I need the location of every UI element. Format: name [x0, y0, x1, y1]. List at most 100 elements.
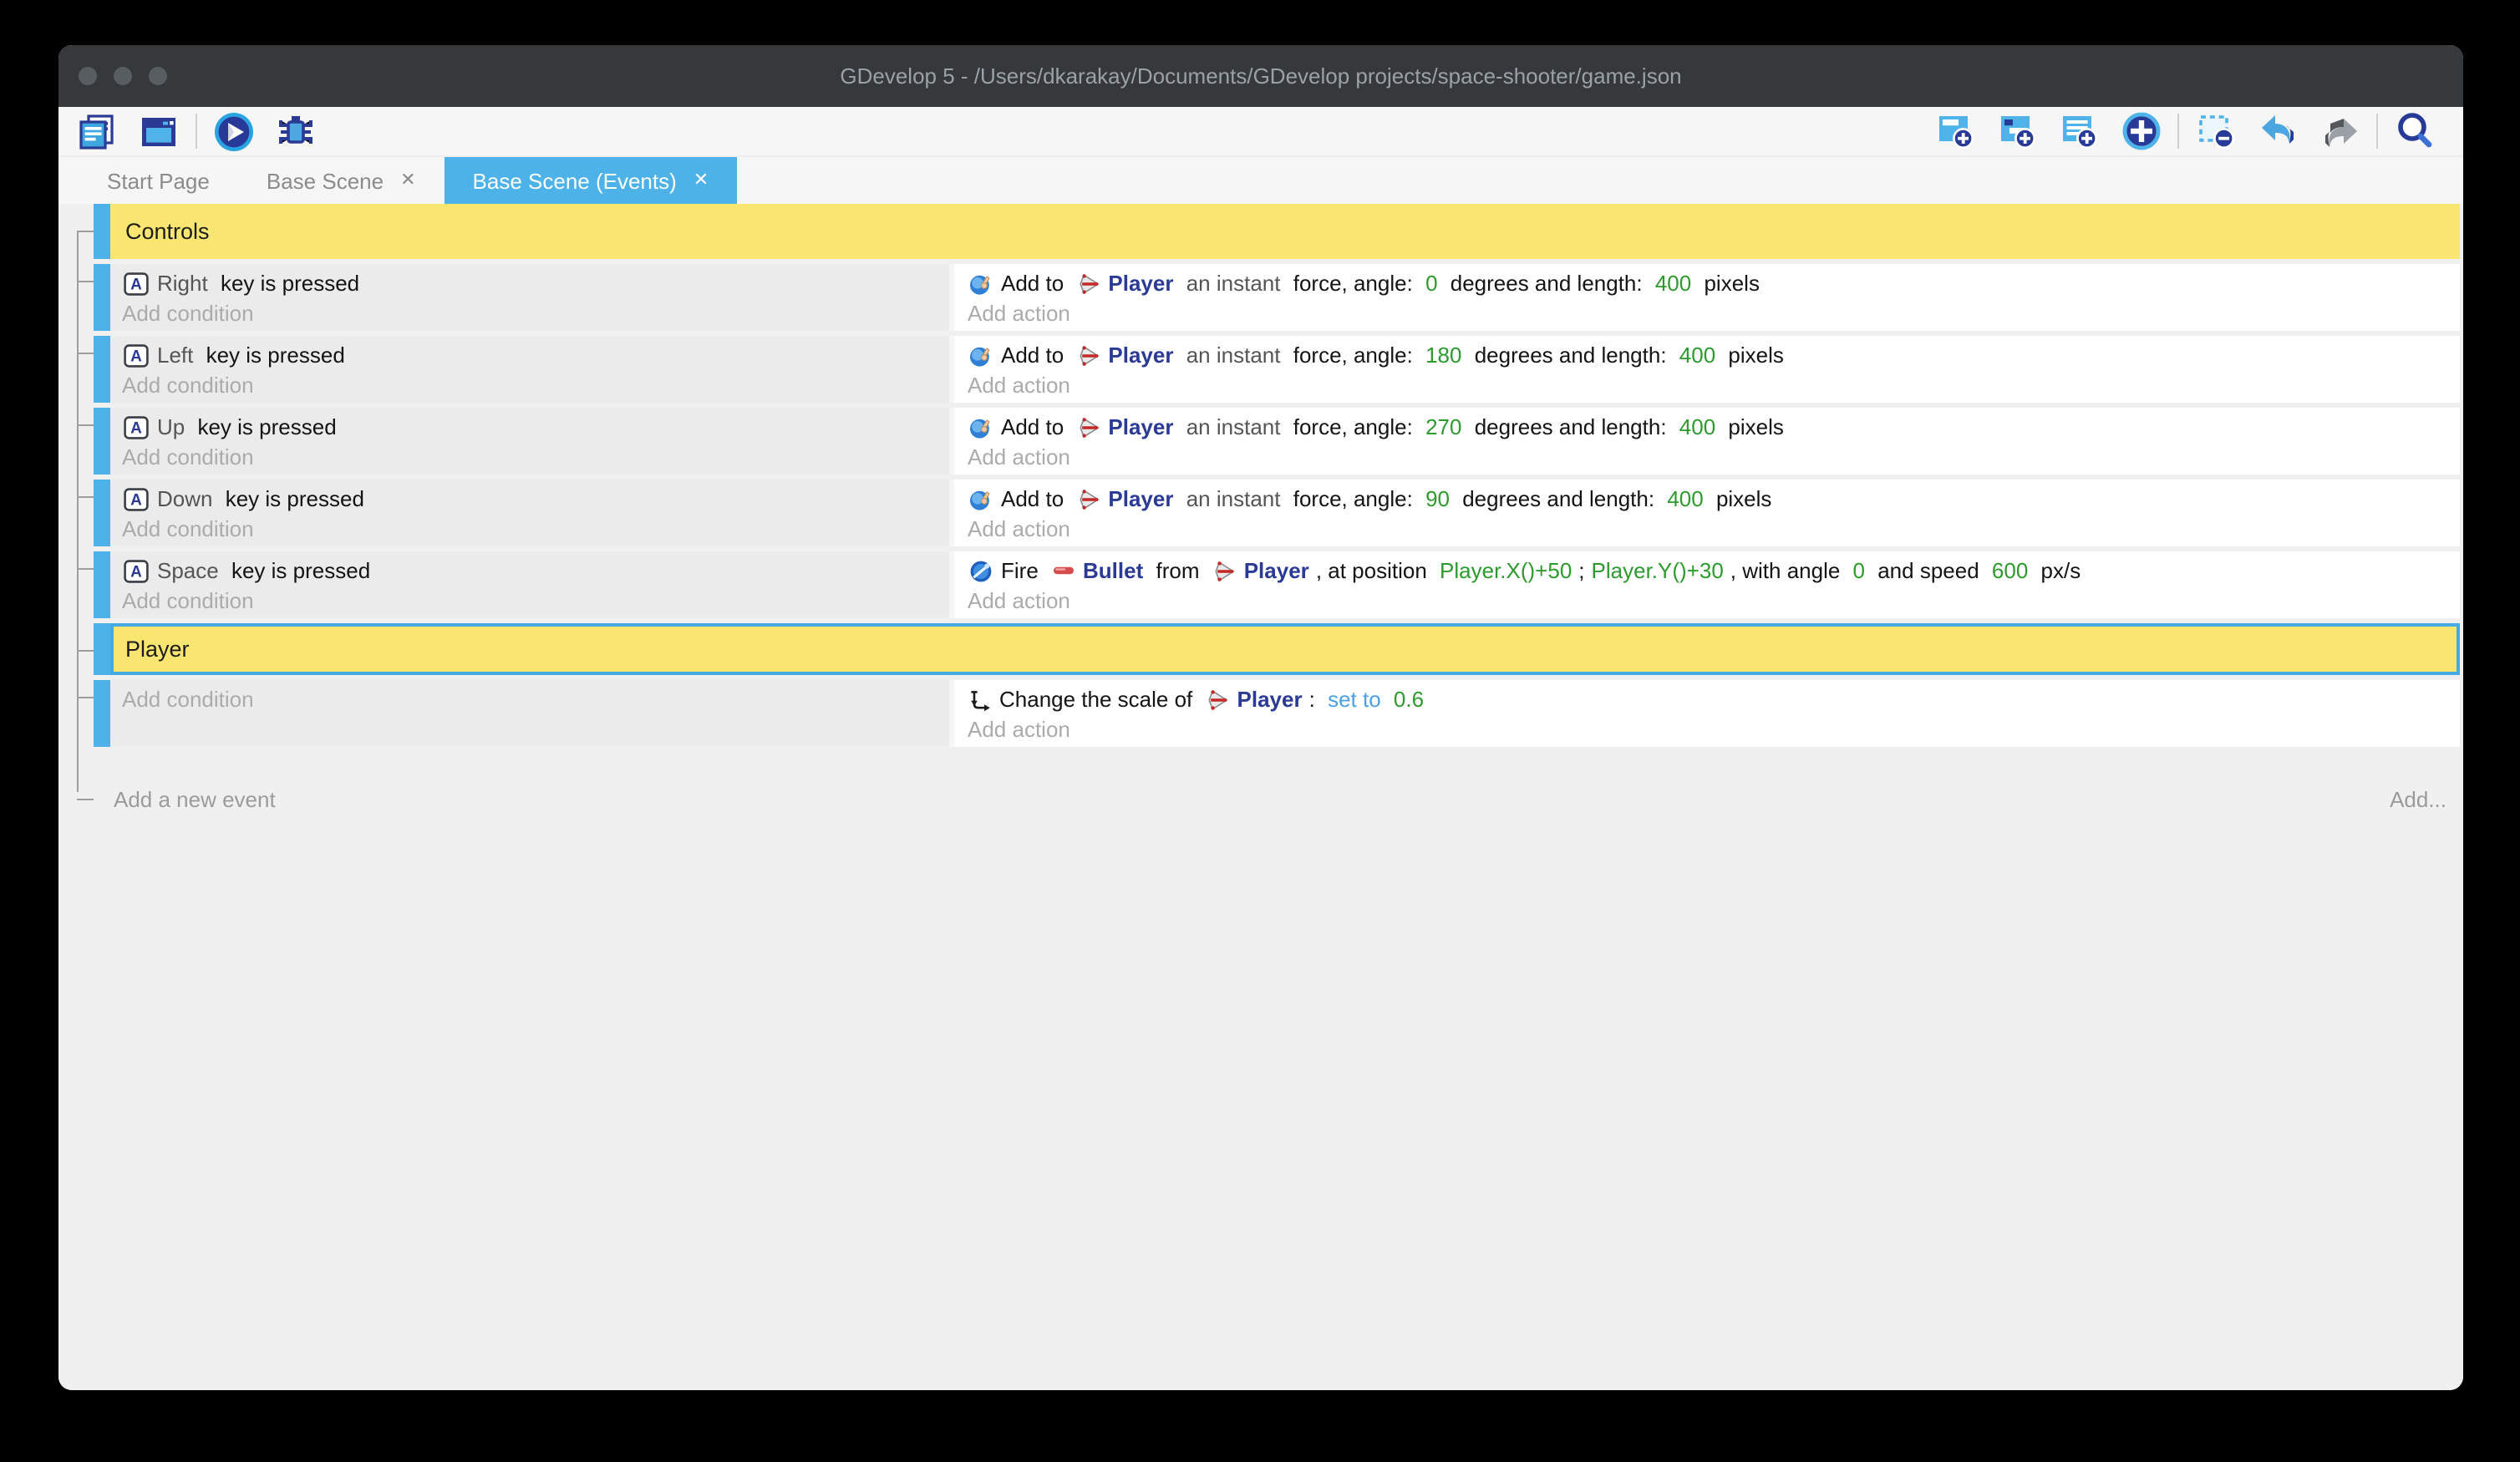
- add-action-link[interactable]: Add action: [968, 299, 2450, 327]
- instruction-text-part: key is pressed: [220, 486, 364, 511]
- add-condition-link[interactable]: Add condition: [122, 371, 939, 399]
- action-cell[interactable]: Add to Player an instant force, angle: 2…: [954, 408, 2460, 475]
- instruction-text-part: ;: [1578, 558, 1584, 583]
- group-header-controls[interactable]: Controls: [94, 204, 2460, 259]
- action-text[interactable]: Add to Player an instant force, angle: 2…: [968, 411, 2450, 443]
- condition-text[interactable]: ARight key is pressed: [122, 267, 939, 299]
- add-condition-link[interactable]: Add condition: [122, 586, 939, 615]
- svg-text:A: A: [130, 491, 142, 509]
- tab-start-page[interactable]: Start Page: [79, 157, 238, 204]
- action-cell[interactable]: Add to Player an instant force, angle: 9…: [954, 480, 2460, 546]
- add-condition-link[interactable]: Add condition: [122, 299, 939, 327]
- add-action-link[interactable]: Add action: [968, 586, 2450, 615]
- force-icon: [969, 343, 993, 367]
- titlebar: GDevelop 5 - /Users/dkarakay/Documents/G…: [58, 45, 2463, 107]
- instruction-text-part: pixels: [1698, 271, 1760, 296]
- instruction-text-part: Up: [157, 414, 185, 439]
- tab-base-scene[interactable]: Base Scene ✕: [238, 157, 445, 204]
- condition-cell[interactable]: ALeft key is pressedAdd condition: [110, 336, 954, 403]
- scene-editor-icon[interactable]: [137, 109, 180, 153]
- tab-base-scene-events[interactable]: Base Scene (Events) ✕: [445, 157, 738, 204]
- tab-label: Base Scene (Events): [473, 168, 677, 193]
- add-comment-icon[interactable]: [2057, 109, 2101, 153]
- tabbar: Start Page Base Scene ✕ Base Scene (Even…: [58, 157, 2463, 204]
- zoom-window-button[interactable]: [149, 67, 167, 85]
- add-action-link[interactable]: Add action: [968, 715, 2450, 744]
- action-cell[interactable]: Fire Bullet from Player, at position Pla…: [954, 551, 2460, 618]
- condition-text[interactable]: ASpace key is pressed: [122, 555, 939, 586]
- traffic-lights: [79, 45, 167, 107]
- instruction-text-part: an instant: [1181, 414, 1281, 439]
- search-icon[interactable]: [2393, 109, 2436, 153]
- close-icon[interactable]: ✕: [400, 171, 415, 190]
- instruction-text-part: 0: [1425, 271, 1437, 296]
- condition-text[interactable]: ADown key is pressed: [122, 483, 939, 515]
- instruction-text-part: Player: [1237, 687, 1303, 712]
- add-new-event-link[interactable]: Add a new event: [114, 786, 276, 811]
- add-action-link[interactable]: Add action: [968, 443, 2450, 471]
- instruction-text-part: 0.6: [1388, 687, 1424, 712]
- action-text[interactable]: Change the scale of Player: set to 0.6: [968, 683, 2450, 715]
- action-text[interactable]: Add to Player an instant force, angle: 1…: [968, 339, 2450, 371]
- toolbar-divider: [196, 114, 197, 149]
- action-text[interactable]: Fire Bullet from Player, at position Pla…: [968, 555, 2450, 586]
- instruction-text-part: Player.X()+50: [1440, 558, 1572, 583]
- debug-icon[interactable]: [274, 109, 318, 153]
- action-cell[interactable]: Add to Player an instant force, angle: 1…: [954, 336, 2460, 403]
- force-icon: [969, 487, 993, 510]
- undo-icon[interactable]: [2256, 109, 2299, 153]
- action-text[interactable]: Add to Player an instant force, angle: 9…: [968, 483, 2450, 515]
- instruction-text-part: 270: [1425, 414, 1461, 439]
- condition-cell[interactable]: Add condition: [110, 680, 954, 747]
- project-manager-icon[interactable]: [75, 109, 119, 153]
- add-condition-link[interactable]: Add condition: [122, 443, 939, 471]
- condition-text[interactable]: AUp key is pressed: [122, 411, 939, 443]
- add-something-icon[interactable]: [2119, 109, 2162, 153]
- close-window-button[interactable]: [79, 67, 97, 85]
- instruction-text-part: key is pressed: [191, 414, 336, 439]
- instruction-text-part: Player: [1108, 343, 1173, 368]
- add-subevent-icon[interactable]: [1995, 109, 2039, 153]
- instruction-text-part: Player: [1108, 414, 1173, 439]
- instruction-text-part: px/s: [2035, 558, 2081, 583]
- condition-text[interactable]: ALeft key is pressed: [122, 339, 939, 371]
- minimize-window-button[interactable]: [114, 67, 132, 85]
- condition-cell[interactable]: ADown key is pressedAdd condition: [110, 480, 954, 546]
- force-icon: [969, 415, 993, 439]
- bullet-icon: [1053, 563, 1075, 578]
- force-icon: [969, 272, 993, 295]
- action-cell[interactable]: Add to Player an instant force, angle: 0…: [954, 264, 2460, 331]
- add-event-icon[interactable]: [1933, 109, 1977, 153]
- action-text[interactable]: Add to Player an instant force, angle: 0…: [968, 267, 2450, 299]
- instruction-text-part: pixels: [1722, 414, 1784, 439]
- instruction-text-part: pixels: [1722, 343, 1784, 368]
- close-icon[interactable]: ✕: [694, 171, 709, 190]
- action-cell[interactable]: Change the scale of Player: set to 0.6Ad…: [954, 680, 2460, 747]
- add-condition-link[interactable]: Add condition: [122, 683, 939, 715]
- events-sheet: ControlsARight key is pressedAdd conditi…: [58, 204, 2463, 1390]
- player-ship-icon: [1214, 559, 1236, 582]
- svg-text:A: A: [130, 276, 142, 293]
- add-condition-link[interactable]: Add condition: [122, 515, 939, 543]
- event-row: ADown key is pressedAdd condition Add to …: [94, 480, 2460, 546]
- group-label: Controls: [125, 219, 210, 244]
- instruction-text-part: 400: [1679, 343, 1715, 368]
- window-title: GDevelop 5 - /Users/dkarakay/Documents/G…: [840, 63, 1681, 89]
- svg-text:A: A: [130, 563, 142, 581]
- instruction-text-part: key is pressed: [215, 271, 359, 296]
- add-action-link[interactable]: Add action: [968, 371, 2450, 399]
- condition-cell[interactable]: ASpace key is pressedAdd condition: [110, 551, 954, 618]
- fire-bullet-icon: [969, 559, 993, 582]
- add-more-link[interactable]: Add...: [2390, 786, 2446, 811]
- delete-selection-icon[interactable]: [2194, 109, 2238, 153]
- group-header-player[interactable]: Player: [94, 623, 2460, 675]
- add-action-link[interactable]: Add action: [968, 515, 2450, 543]
- redo-icon[interactable]: [2318, 109, 2361, 153]
- play-preview-icon[interactable]: [212, 109, 256, 153]
- instruction-text-part: force, angle:: [1288, 343, 1420, 368]
- keyboard-key-icon: A: [124, 272, 149, 295]
- condition-cell[interactable]: AUp key is pressedAdd condition: [110, 408, 954, 475]
- player-ship-icon: [1207, 688, 1229, 711]
- instruction-text-part: , with angle: [1730, 558, 1847, 583]
- condition-cell[interactable]: ARight key is pressedAdd condition: [110, 264, 954, 331]
